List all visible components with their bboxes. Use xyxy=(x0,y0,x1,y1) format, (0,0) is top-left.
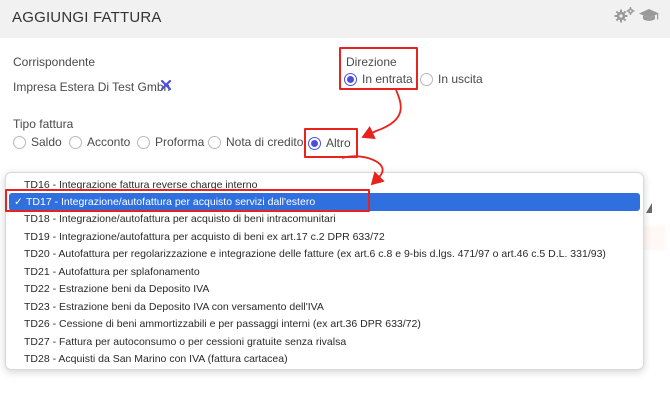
radio-circle[interactable] xyxy=(137,135,150,149)
dropdown-option[interactable]: TD23 - Estrazione beni da Deposito IVA c… xyxy=(6,298,643,316)
scrollbar-arrow-icon[interactable] xyxy=(646,203,652,213)
corrispondente-label: Corrispondente xyxy=(13,55,96,69)
arrow-direzione-to-altro xyxy=(361,89,402,140)
radio-label: In uscita xyxy=(438,72,483,86)
radio-label: Nota di credito xyxy=(226,135,304,149)
radio-nota-di-credito[interactable]: Nota di credito xyxy=(208,135,303,149)
radio-label: Saldo xyxy=(31,135,62,149)
dropdown-option[interactable]: TD19 - Integrazione/autofattura per acqu… xyxy=(6,228,643,246)
radio-proforma[interactable]: Proforma xyxy=(137,135,204,149)
gears-icon[interactable] xyxy=(614,6,636,24)
corrispondente-value: Impresa Estera Di Test Gmbh xyxy=(13,80,171,94)
radio-in-uscita[interactable]: In uscita xyxy=(420,72,483,86)
radio-label: Proforma xyxy=(155,135,205,149)
radio-saldo[interactable]: Saldo xyxy=(13,135,62,149)
dropdown-option[interactable]: TD27 - Fattura per autoconsumo o per ces… xyxy=(6,333,643,351)
radio-acconto[interactable]: Acconto xyxy=(69,135,130,149)
dropdown-option[interactable]: TD21 - Autofattura per splafonamento xyxy=(6,263,643,281)
dropdown-option[interactable]: TD22 - Estrazione beni da Deposito IVA xyxy=(6,280,643,298)
dropdown-option[interactable]: TD18 - Integrazione/autofattura per acqu… xyxy=(6,210,643,228)
radio-circle[interactable] xyxy=(69,135,82,149)
highlight-selected-option xyxy=(5,189,370,212)
radio-circle[interactable] xyxy=(208,135,221,149)
tipo-fattura-label: Tipo fattura xyxy=(13,117,74,131)
dialog-header: AGGIUNGI FATTURA xyxy=(0,0,670,38)
radio-circle[interactable] xyxy=(420,72,433,86)
highlight-altro xyxy=(304,128,358,158)
dropdown-option[interactable]: TD26 - Cessione di beni ammortizzabili e… xyxy=(6,315,643,333)
highlight-direzione xyxy=(339,47,418,90)
radio-circle[interactable] xyxy=(13,135,26,149)
header-icons xyxy=(614,6,660,24)
radio-label: Acconto xyxy=(87,135,131,149)
remove-corrispondente-icon[interactable] xyxy=(160,79,172,91)
dropdown-option[interactable]: TD20 - Autofattura per regolarizzazione … xyxy=(6,245,643,263)
graduation-cap-icon[interactable] xyxy=(638,6,660,24)
dialog-title: AGGIUNGI FATTURA xyxy=(12,9,162,26)
dropdown-option[interactable]: TD28 - Acquisti da San Marino con IVA (f… xyxy=(6,350,643,368)
